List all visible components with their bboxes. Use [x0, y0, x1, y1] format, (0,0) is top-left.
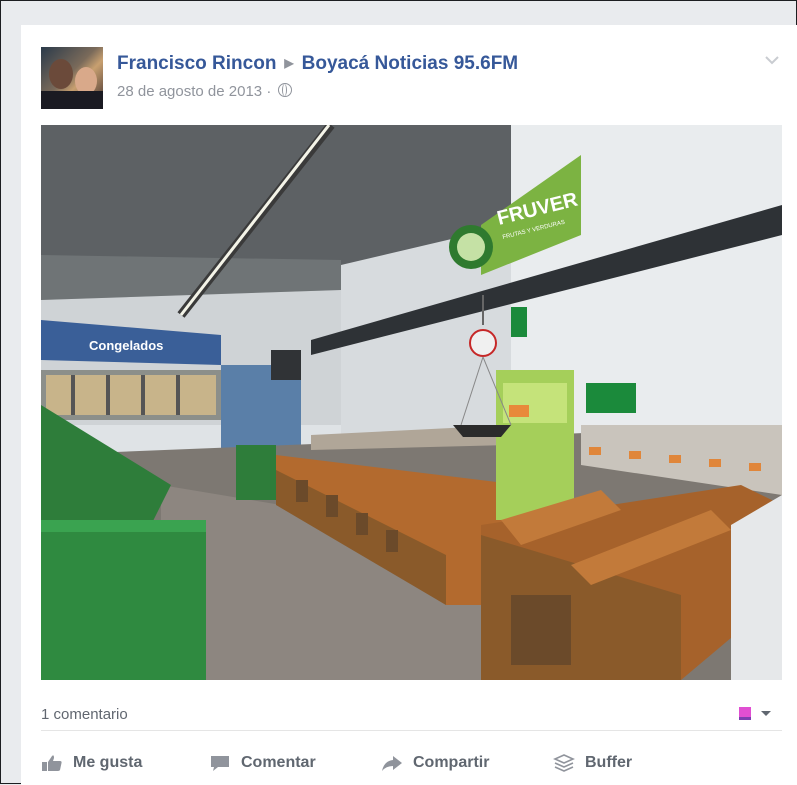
target-page-link[interactable]: Boyacá Noticias 95.6FM	[302, 53, 518, 74]
share-label: Compartir	[413, 754, 490, 771]
like-label: Me gusta	[73, 754, 143, 771]
divider	[41, 730, 782, 731]
post-authors: Francisco Rincon ▶ Boyacá Noticias 95.6FM	[117, 53, 518, 75]
buffer-label: Buffer	[585, 754, 633, 771]
action-bar: Me gusta Comentar Compartir Buffer	[41, 751, 781, 775]
buffer-button[interactable]: Buffer	[553, 751, 632, 775]
author-avatar[interactable]	[41, 47, 103, 109]
triangle-right-icon: ▶	[284, 56, 294, 70]
share-button[interactable]: Compartir	[381, 751, 489, 775]
comment-label: Comentar	[241, 754, 316, 771]
post-header: Francisco Rincon ▶ Boyacá Noticias 95.6FM …	[41, 47, 781, 109]
congelados-banner-text: Congelados	[89, 338, 163, 353]
like-button[interactable]: Me gusta	[41, 751, 142, 775]
date-separator: ·	[266, 83, 272, 100]
thumbs-up-icon	[42, 755, 62, 771]
author-name-link[interactable]: Francisco Rincon	[117, 53, 276, 74]
post-date[interactable]: 28 de agosto de 2013	[117, 83, 262, 100]
screenshot-frame: Francisco Rincon ▶ Boyacá Noticias 95.6FM …	[0, 0, 797, 785]
globe-icon[interactable]	[278, 83, 293, 97]
comment-count-link[interactable]: 1 comentario	[41, 706, 128, 723]
chevron-down-icon[interactable]	[763, 53, 781, 67]
post-meta: 28 de agosto de 2013 ·	[117, 83, 293, 100]
supermarket-photo: FRUVER FRUTAS Y VERDURAS Congelados	[41, 125, 782, 680]
comment-button[interactable]: Comentar	[209, 751, 316, 775]
post-card: Francisco Rincon ▶ Boyacá Noticias 95.6FM …	[21, 25, 797, 785]
speech-bubble-icon	[211, 756, 229, 771]
buffer-stack-icon	[553, 754, 575, 772]
page-avatar-icon[interactable]	[737, 704, 777, 722]
post-photo[interactable]: FRUVER FRUTAS Y VERDURAS Congelados	[41, 125, 782, 680]
share-arrow-icon	[382, 756, 402, 771]
